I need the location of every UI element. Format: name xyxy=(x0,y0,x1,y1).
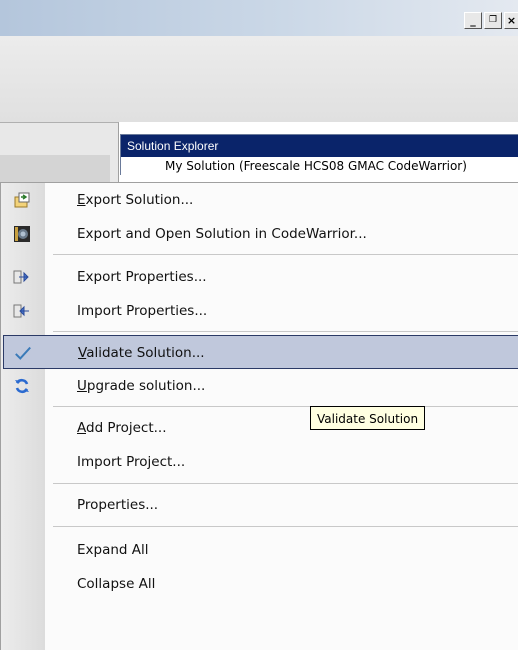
menu-item-label: Export Properties... xyxy=(77,269,207,285)
menu-item-label: Properties... xyxy=(77,497,159,513)
menu-item-label: Import Project... xyxy=(77,454,186,470)
menu-item-upgrade-solution[interactable]: Upgrade solution... xyxy=(1,369,518,403)
menu-separator xyxy=(53,331,518,332)
menu-item-label: Add Project... xyxy=(77,420,167,436)
solution-explorer-panel: Solution Explorer My Solution (Freescale… xyxy=(120,134,518,175)
menu-item-export-open-codewarrior[interactable]: Export and Open Solution in CodeWarrior.… xyxy=(1,217,518,251)
menu-item-validate-solution[interactable]: Validate Solution... xyxy=(3,335,518,369)
menu-separator xyxy=(53,406,518,407)
menu-item-label: Expand All xyxy=(77,542,149,558)
ide-toolbar-area xyxy=(0,36,518,122)
codewarrior-icon xyxy=(13,225,31,243)
refresh-icon xyxy=(13,377,31,395)
title-bar: _ ❐ × xyxy=(0,0,518,36)
context-menu: Export Solution... Export and Open Solut… xyxy=(0,182,518,650)
menu-separator xyxy=(53,483,518,484)
menu-separator xyxy=(53,526,518,527)
window-controls: _ ❐ × xyxy=(464,12,518,29)
restore-icon: ❐ xyxy=(488,15,498,25)
menu-item-import-properties[interactable]: Import Properties... xyxy=(1,294,518,328)
menu-item-label: Import Properties... xyxy=(77,303,208,319)
menu-item-label: Validate Solution... xyxy=(78,345,205,361)
menu-item-expand-all[interactable]: Expand All xyxy=(1,533,518,567)
menu-item-export-solution[interactable]: Export Solution... xyxy=(1,183,518,217)
menu-item-import-project[interactable]: Import Project... xyxy=(1,445,518,479)
tooltip: Validate Solution xyxy=(310,406,426,430)
menu-item-label: Export and Open Solution in CodeWarrior.… xyxy=(77,226,367,242)
restore-button[interactable]: ❐ xyxy=(484,12,502,29)
export-solution-icon xyxy=(13,191,31,209)
left-panel-strip xyxy=(0,155,110,185)
solution-explorer-title[interactable]: Solution Explorer xyxy=(121,135,518,157)
left-panel xyxy=(0,122,119,185)
menu-separator xyxy=(53,254,518,255)
solution-root-item[interactable]: My Solution (Freescale HCS08 GMAC CodeWa… xyxy=(121,157,518,175)
export-properties-icon xyxy=(13,268,31,286)
menu-item-add-project[interactable]: Add Project... xyxy=(1,411,518,445)
menu-item-label: Collapse All xyxy=(77,576,156,592)
checkmark-icon xyxy=(14,344,32,362)
menu-item-export-properties[interactable]: Export Properties... xyxy=(1,260,518,294)
import-properties-icon xyxy=(13,302,31,320)
minimize-button[interactable]: _ xyxy=(464,12,482,29)
menu-item-properties[interactable]: Properties... xyxy=(1,488,518,522)
close-button[interactable]: × xyxy=(504,12,518,29)
menu-item-label: Upgrade solution... xyxy=(77,378,206,394)
menu-item-label: Export Solution... xyxy=(77,192,194,208)
menu-item-collapse-all[interactable]: Collapse All xyxy=(1,567,518,601)
